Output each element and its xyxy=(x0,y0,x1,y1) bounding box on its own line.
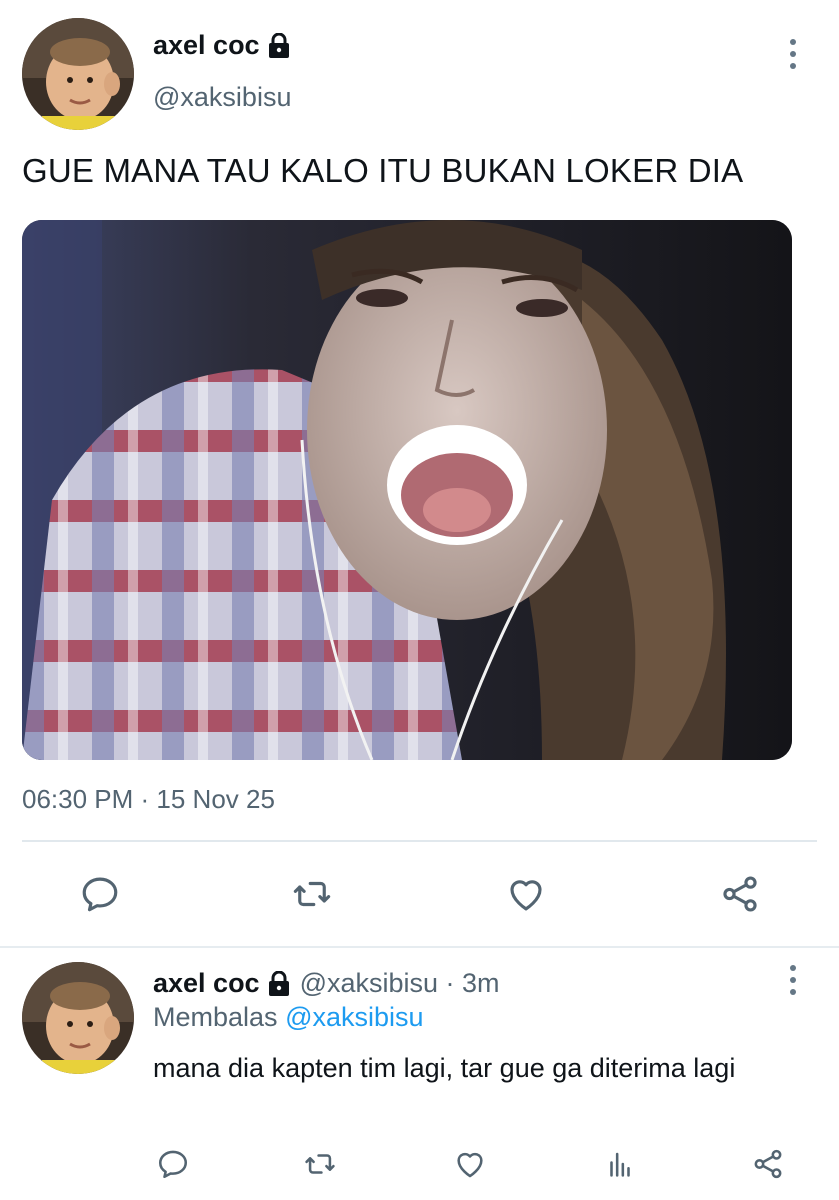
replying-mention-link[interactable]: @xaksibisu xyxy=(285,1002,423,1032)
replying-prefix: Membalas xyxy=(153,1002,278,1032)
retweet-button[interactable] xyxy=(300,1144,340,1184)
handle[interactable]: @xaksibisu xyxy=(153,82,291,113)
share-icon xyxy=(754,1149,782,1179)
tweet-text: GUE MANA TAU KALO ITU BUKAN LOKER DIA xyxy=(22,152,744,189)
retweet-icon xyxy=(305,1154,335,1174)
heart-icon xyxy=(457,1152,483,1178)
avatar[interactable] xyxy=(22,18,134,130)
display-name[interactable]: axel coc xyxy=(153,30,260,61)
heart-icon xyxy=(510,880,542,911)
avatar-image xyxy=(22,962,134,1074)
display-name[interactable]: axel coc xyxy=(153,968,260,999)
stats-icon xyxy=(610,1152,630,1177)
timestamp[interactable]: 06:30 PM · 15 Nov 25 xyxy=(22,784,275,815)
divider xyxy=(22,840,817,842)
share-button[interactable] xyxy=(716,870,764,918)
more-vertical-icon[interactable] xyxy=(778,958,808,1002)
reply-button[interactable] xyxy=(153,1144,193,1184)
share-icon xyxy=(723,876,757,912)
reply-icon xyxy=(82,877,118,912)
lock-icon xyxy=(268,32,290,59)
retweet-icon xyxy=(293,881,331,907)
reply-icon xyxy=(158,1150,188,1179)
more-vertical-icon[interactable] xyxy=(778,32,808,76)
retweet-button[interactable] xyxy=(288,870,336,918)
handle-and-time[interactable]: @xaksibisu · 3m xyxy=(300,968,500,999)
reply-button[interactable] xyxy=(76,870,124,918)
reply-author-row: axel coc @xaksibisu · 3m xyxy=(153,968,500,999)
avatar[interactable] xyxy=(22,962,134,1074)
tweet-media[interactable] xyxy=(22,220,792,760)
stats-button[interactable] xyxy=(600,1144,640,1184)
tweet-photo xyxy=(22,220,792,760)
like-button[interactable] xyxy=(450,1144,490,1184)
like-button[interactable] xyxy=(502,870,550,918)
share-button[interactable] xyxy=(748,1144,788,1184)
replying-to: Membalas @xaksibisu xyxy=(153,1002,424,1033)
lock-icon xyxy=(268,970,290,997)
reply-text: mana dia kapten tim lagi, tar gue ga dit… xyxy=(153,1053,736,1083)
avatar-image xyxy=(22,18,134,130)
reply-tweet[interactable]: axel coc @xaksibisu · 3m Membalas @xaksi… xyxy=(0,948,839,1200)
author-name-row: axel coc xyxy=(153,30,290,61)
main-tweet: axel coc @xaksibisu GUE MANA TAU KALO IT… xyxy=(0,0,839,948)
